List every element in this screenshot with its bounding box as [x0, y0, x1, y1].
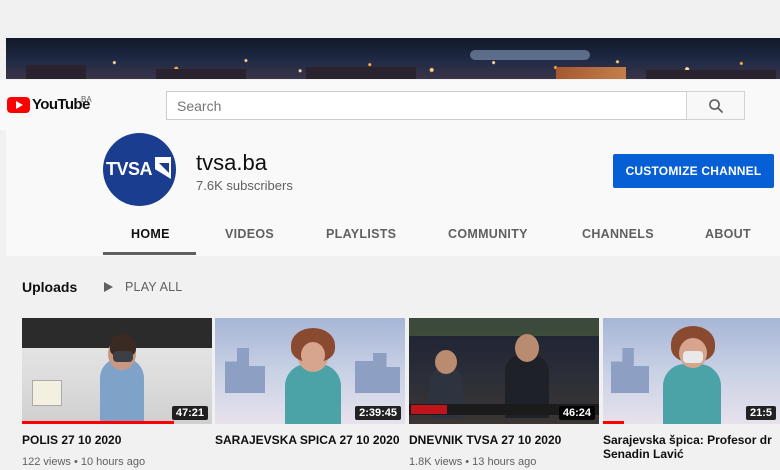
active-tab-indicator [103, 252, 196, 255]
thumbnail-mask [683, 351, 703, 363]
subscriber-count: 7.6K subscribers [196, 178, 293, 193]
play-icon [104, 282, 113, 292]
video-title[interactable]: Sarajevska špica: Profesor dr Senadin La… [603, 433, 780, 461]
banner-lit-building [555, 67, 626, 79]
top-spacer [0, 0, 780, 38]
thumbnail-mask [113, 351, 133, 362]
video-title[interactable]: DNEVNIK TVSA 27 10 2020 [409, 433, 594, 447]
banner-building [26, 65, 86, 79]
thumbnail-skyline [611, 348, 649, 393]
banner-building [646, 70, 776, 79]
search-icon [708, 98, 723, 113]
uploads-shelf-title[interactable]: Uploads [22, 279, 77, 295]
video-meta: 122 views • 10 hours ago [22, 456, 146, 468]
channel-banner [6, 38, 780, 79]
tab-about[interactable]: ABOUT [705, 227, 751, 241]
video-duration: 47:21 [171, 406, 208, 420]
thumbnail-face [301, 342, 325, 368]
thumbnail-skyline [355, 353, 400, 393]
video-duration: 46:24 [558, 406, 595, 420]
thumbnail-trees [409, 318, 599, 336]
tab-home[interactable]: HOME [131, 227, 170, 241]
video-thumbnail[interactable]: 47:21 [22, 318, 212, 424]
watch-progress-bar [603, 421, 625, 424]
youtube-channel-page: YouTube BA TVSA tvsa.ba 7.6K subscribers… [0, 0, 780, 470]
play-all-button[interactable]: PLAY ALL [104, 280, 182, 294]
youtube-play-icon [7, 96, 30, 113]
banner-building [156, 69, 246, 79]
thumbnail-news-badge [411, 405, 447, 414]
thumbnail-person [285, 364, 341, 424]
avatar-logo-text: TVSA [105, 159, 153, 179]
tab-channels[interactable]: CHANNELS [582, 227, 654, 241]
video-thumbnail[interactable]: 21:5 [603, 318, 780, 424]
search-button[interactable] [686, 91, 745, 120]
video-title[interactable]: SARAJEVSKA SPICA 27 10 2020 [215, 433, 400, 447]
search-input[interactable] [166, 91, 687, 120]
video-duration: 21:5 [745, 406, 776, 420]
channel-avatar[interactable]: TVSA [103, 133, 176, 206]
thumbnail-face [515, 334, 539, 362]
watch-progress-bar [22, 421, 174, 424]
video-meta: 1.8K views • 13 hours ago [409, 456, 537, 468]
thumbnail-face [435, 350, 457, 374]
thumbnail-person [663, 364, 721, 424]
tab-playlists[interactable]: PLAYLISTS [326, 227, 396, 241]
thumbnail-skyline [225, 348, 265, 393]
video-duration: 2:39:45 [355, 406, 401, 420]
play-all-label: PLAY ALL [125, 280, 183, 294]
thumbnail-tv-logo [32, 380, 62, 406]
video-title[interactable]: POLIS 27 10 2020 [22, 433, 207, 447]
tab-videos[interactable]: VIDEOS [225, 227, 274, 241]
video-thumbnail[interactable]: 46:24 [409, 318, 599, 424]
video-thumbnail[interactable]: 2:39:45 [215, 318, 405, 424]
banner-building [306, 67, 416, 79]
customize-channel-button[interactable]: CUSTOMIZE CHANNEL [613, 154, 774, 188]
banner-river [470, 50, 591, 60]
youtube-logo[interactable]: YouTube [7, 96, 90, 113]
country-code: BA [81, 95, 92, 104]
tab-community[interactable]: COMMUNITY [448, 227, 528, 241]
channel-name: tvsa.ba [196, 150, 267, 175]
